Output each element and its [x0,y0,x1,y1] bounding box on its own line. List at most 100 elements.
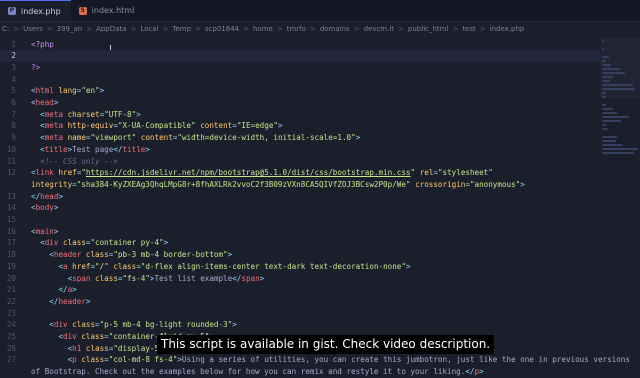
code-text: <!-- CSS only --> [40,156,118,166]
code-line[interactable]: 21 </a> [0,284,600,296]
code-line[interactable]: 20 <span class="fs-4">Test list example<… [0,272,600,284]
minimap-line [602,60,606,62]
code-line[interactable]: 13 </head> [0,190,600,202]
code-line[interactable]: 18 <header class="pb-3 mb-4 border-botto… [0,249,600,261]
breadcrumb-item[interactable]: public_html [408,25,449,33]
line-number: 18 [6,250,16,260]
code-line[interactable]: 8 <meta http-equiv="X-UA-Compatible" con… [0,120,600,132]
code-text: </head> [31,191,64,201]
minimap-line [602,92,606,94]
breadcrumb-item[interactable]: home [253,25,273,33]
breadcrumb-item[interactable]: AppData [96,25,126,33]
line-number: 22 [6,296,16,306]
breadcrumb-item[interactable]: scp01644 [205,25,239,33]
code-line[interactable]: 1 <?php [0,38,600,50]
line-number: 10 [6,144,16,154]
code-text: <head> [31,98,59,107]
code-text: <title>Test page</title> [40,144,150,154]
line-number: 9 [11,133,16,143]
code-text: <div class="container py-4"> [40,238,169,248]
minimap-line [602,128,608,130]
minimap-line [602,68,621,70]
minimap-line [602,116,629,118]
code-line[interactable]: 16 <main> [0,225,600,237]
code-line[interactable]: 9 <meta name="viewport" content="width=d… [0,132,600,144]
tab-index-php[interactable]: P index.php [0,0,71,21]
minimap-line [602,96,606,98]
breadcrumb-item[interactable]: Temp [172,25,191,33]
minimap[interactable] [600,36,640,326]
code-line[interactable]: 3 ?> [0,61,600,73]
line-number: 15 [6,215,16,224]
code-line[interactable]: 14 <body> [0,202,600,214]
minimap-line [602,80,610,82]
code-text: integrity="sha384-KyZXEAg3QhqLMpG8r+8fhA… [31,179,525,189]
minimap-line [602,120,621,122]
minimap-line [602,136,618,138]
breadcrumb-item[interactable]: C: [2,25,9,33]
line-number: 13 [6,191,16,201]
code-line[interactable]: 19 <a href="/" class="d-flex align-items… [0,260,600,272]
code-line[interactable]: 2 [0,49,600,62]
tab-index-html[interactable]: 5 index.html [71,0,145,21]
minimap-line [602,108,613,110]
code-line[interactable]: 5 <html lang="en"> [0,85,600,97]
line-number: 19 [6,261,16,271]
line-number: 26 [6,343,16,353]
code-line[interactable]: 22 </header> [0,295,600,307]
line-number: 23 [6,308,16,318]
breadcrumb-item[interactable]: domains [320,25,350,33]
code-line[interactable]: integrity="sha384-KyZXEAg3QhqLMpG8r+8fhA… [0,178,600,190]
line-number: 6 [11,98,16,107]
line-number: 16 [6,226,16,236]
breadcrumb-separator: > [276,25,283,33]
breadcrumb-separator: > [130,25,137,33]
breadcrumb-item[interactable]: devcm.it [364,25,394,33]
minimap-line [602,112,617,114]
line-number: 5 [11,86,16,96]
code-line[interactable]: 10 <title>Test page</title> [0,143,600,155]
breadcrumb-separator: > [195,25,201,33]
code-editor[interactable]: 1 <?php 2 3 ?> 4 5 <html lang="en"> 6 <head> 7 <me… [0,36,640,376]
line-number: 17 [6,238,16,248]
code-text: <meta name="viewport" content="width=dev… [40,133,361,143]
code-text: <meta charset="UTF-8"> [40,109,141,119]
line-number: 2 [11,51,16,61]
code-line[interactable]: 4 [0,73,600,85]
minimap-line [602,104,606,106]
code-text: <main> [31,226,59,236]
line-number: 1 [11,39,16,49]
code-text: <meta http-equiv="X-UA-Compatible" conte… [40,121,283,131]
code-line[interactable]: 12 <link href="https://cdn.jsdelivr.net/n… [0,167,600,179]
code-line[interactable]: 6 <head> [0,97,600,109]
code-line[interactable]: 24 <div class="p-5 mb-4 bg-light rounded… [0,319,600,331]
code-line[interactable]: 23 [0,307,600,319]
html-icon: 5 [78,6,87,15]
breadcrumb-separator: > [353,25,360,33]
code-line[interactable]: 15 [0,214,600,226]
line-number: 25 [6,332,16,341]
code-text: of Bootstrap. Check out the examples bel… [31,367,484,377]
video-subtitle: This script is available in gist. Check … [157,335,495,354]
code-line[interactable]: of Bootstrap. Check out the examples bel… [0,366,600,378]
code-line[interactable]: 17 <div class="container py-4"> [0,237,600,249]
code-line[interactable]: 11 <!-- CSS only --> [0,155,600,167]
breadcrumb-item[interactable]: index.php [490,25,525,33]
breadcrumb-item[interactable]: test [462,25,475,33]
code-line[interactable]: 7 <meta charset="UTF-8"> [0,108,600,120]
breadcrumb-item[interactable]: Users [23,25,43,33]
breadcrumb-item[interactable]: Local [140,25,158,33]
breadcrumb-item[interactable]: tmrfo [287,25,306,33]
breadcrumb-item[interactable]: 399_an [57,25,83,33]
code-text: </a> [58,285,77,295]
code-text: <span class="fs-4">Test list example</sp… [67,273,265,283]
tab-label: index.html [91,6,135,15]
line-number: 12 [6,168,16,178]
minimap-line [602,124,607,126]
line-number: 24 [6,320,16,330]
line-number: 14 [6,203,16,213]
breadcrumb-separator: > [398,25,404,33]
breadcrumb-separator: > [479,25,486,33]
minimap-line [602,152,634,154]
code-text: <body> [31,203,59,213]
